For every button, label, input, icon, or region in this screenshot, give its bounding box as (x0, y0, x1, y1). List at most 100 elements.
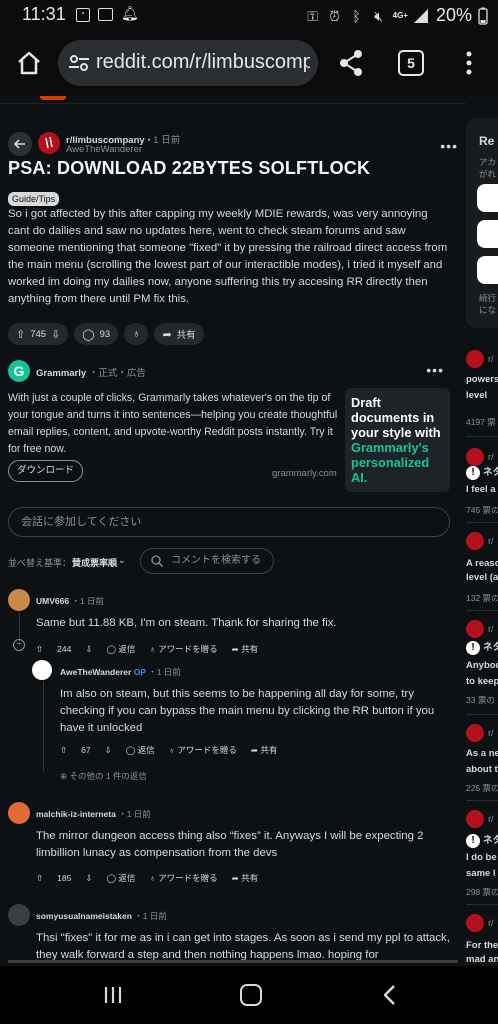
url-text[interactable]: reddit.com/r/limbuscompany (96, 51, 310, 74)
reply-button[interactable]: ◯ 返信 (106, 872, 135, 884)
award-button[interactable]: ♁ アワードを贈る (169, 744, 237, 756)
comment-icon: ◯ (82, 328, 95, 341)
recent-post-subreddit[interactable]: r/ (488, 452, 494, 462)
comment-author[interactable]: malchik-iz-interneta ・1 日前 (36, 808, 151, 820)
recent-post-title[interactable]: I feel a (466, 482, 496, 498)
horizontal-scrollbar[interactable] (8, 960, 458, 963)
comment-author-name[interactable]: AweTheWanderer (60, 667, 131, 677)
reply-button[interactable]: ◯ 返信 (126, 744, 155, 756)
recent-post-subreddit[interactable]: r/ (488, 814, 494, 824)
upvote-icon[interactable]: ⇧ (60, 745, 67, 756)
recent-post-title[interactable]: mad an (466, 952, 498, 966)
recent-post-title[interactable]: level (466, 388, 487, 404)
recent-apps-icon[interactable] (103, 986, 123, 1004)
grammarly-logo-icon[interactable]: G (8, 360, 30, 382)
email-login-button[interactable] (477, 220, 498, 248)
post-author[interactable]: AweTheWanderer (66, 144, 142, 155)
subreddit-avatar[interactable] (466, 620, 484, 638)
upvote-icon[interactable]: ⇧ (36, 644, 43, 655)
recent-post-subreddit[interactable]: r/ (488, 354, 494, 364)
ad-more-icon[interactable]: ••• (426, 362, 444, 378)
downvote-icon[interactable]: ⇩ (85, 873, 92, 884)
comments-button[interactable]: ◯ 93 (74, 323, 119, 345)
subreddit-avatar[interactable] (466, 532, 484, 550)
recent-post-title[interactable]: about t (466, 762, 498, 778)
recent-post-title[interactable]: powers (466, 372, 498, 388)
ad-brand[interactable]: Grammarly ・正式・広告 (36, 365, 146, 379)
divider (466, 436, 498, 437)
home-nav-button[interactable] (240, 984, 262, 1006)
status-bar: 11:31 ▪ 🔔︎ ⚿ ⏰︎ ᛒ 🔇︎ 4G+ 20% (0, 0, 498, 30)
comment-author-name[interactable]: somyusualnameistaken (36, 911, 132, 921)
award-button[interactable]: ♁ アワードを贈る (149, 643, 217, 655)
sort-dropdown[interactable]: 賛成票率順 (72, 556, 117, 569)
award-button[interactable]: ♁ (124, 323, 149, 345)
warning-icon: ! (466, 834, 480, 848)
subreddit-avatar[interactable] (466, 350, 484, 368)
award-button[interactable]: ♁ アワードを贈る (149, 872, 217, 884)
ad-image[interactable]: Draft documents in your style with Gramm… (345, 388, 450, 492)
upvote-icon[interactable]: ⇧ (16, 328, 25, 341)
recent-post-title[interactable]: I do be (466, 850, 497, 866)
ad-domain[interactable]: grammarly.com (272, 468, 337, 479)
recent-post-title[interactable]: same l (466, 866, 496, 882)
recent-post-subreddit[interactable]: r/ (488, 728, 494, 738)
avatar[interactable] (8, 589, 30, 611)
share-button[interactable]: ➦ 共有 (232, 872, 259, 884)
comment-body: Same but 11.88 KB, I'm on steam. Thank f… (36, 617, 337, 629)
downvote-icon[interactable]: ⇩ (105, 745, 112, 756)
avatar[interactable] (8, 802, 30, 824)
search-icon (151, 555, 163, 567)
share-button[interactable]: ➦ 共有 (154, 323, 204, 345)
recent-post-subreddit[interactable]: r/ (488, 624, 494, 634)
comment-author-name[interactable]: malchik-iz-interneta (36, 809, 116, 819)
subreddit-avatar[interactable] (466, 810, 484, 828)
comment-author[interactable]: somyusualnameistaken ・1 日前 (36, 910, 167, 922)
post-action-bar: ⇧ 745 ⇩ ◯ 93 ♁ ➦ 共有 (8, 323, 204, 345)
more-replies-link[interactable]: ⊕ その他の 1 件の返信 (60, 770, 147, 782)
reply-button[interactable]: ◯ 返信 (106, 643, 135, 655)
ad-image-line2: Grammarly's personalized AI. (351, 440, 430, 485)
back-button[interactable] (8, 132, 32, 156)
google-login-button[interactable] (477, 184, 498, 212)
comment-author-name[interactable]: UMV666 (36, 596, 69, 606)
ad-brand-name[interactable]: Grammarly (36, 368, 86, 379)
downvote-icon[interactable]: ⇩ (51, 328, 60, 341)
browser-toolbar: reddit.com/r/limbuscompany 5 (0, 30, 498, 96)
comment-author[interactable]: UMV666 ・1 日前 (36, 595, 104, 607)
subreddit-avatar[interactable] (466, 914, 484, 932)
site-settings-icon[interactable] (68, 53, 90, 73)
recent-post-subreddit[interactable]: r/ (488, 536, 494, 546)
tab-switcher-button[interactable]: 5 (398, 50, 424, 76)
recent-post-title[interactable]: to keep (466, 674, 498, 690)
back-nav-icon[interactable] (382, 984, 398, 1006)
chevron-down-icon[interactable]: ⌄ (118, 555, 126, 566)
join-conversation-input[interactable]: 会話に参加してください (8, 507, 450, 537)
phone-login-button[interactable] (477, 256, 498, 284)
recent-post-subreddit[interactable]: r/ (488, 918, 494, 928)
avatar[interactable] (8, 904, 30, 926)
address-bar[interactable]: reddit.com/r/limbuscompany (58, 40, 318, 86)
ad-download-button[interactable]: ダウンロード (8, 460, 84, 482)
post-more-icon[interactable]: ••• (440, 138, 458, 154)
upvote-icon[interactable]: ⇧ (36, 873, 43, 884)
share-button[interactable]: ➦ 共有 (251, 744, 278, 756)
post-flair[interactable]: Guide/Tips (8, 192, 60, 206)
comment-author[interactable]: AweTheWanderer OP ・1 日前 (60, 666, 181, 678)
share-icon[interactable] (338, 48, 364, 78)
avatar[interactable] (32, 660, 52, 680)
recent-post-title[interactable]: As a ne (466, 746, 498, 762)
home-icon[interactable] (14, 48, 44, 78)
comment-sort-row: 並べ替え基準： 賛成票率順 ⌄ コメントを検索する (8, 546, 458, 576)
comment-search-input[interactable]: コメントを検索する (140, 548, 274, 574)
overflow-menu-icon[interactable] (464, 50, 474, 76)
share-button[interactable]: ➦ 共有 (232, 643, 259, 655)
downvote-icon[interactable]: ⇩ (85, 644, 92, 655)
subreddit-avatar[interactable] (38, 132, 60, 154)
subreddit-avatar[interactable] (466, 448, 484, 466)
recent-post-title[interactable]: level (a (466, 570, 498, 586)
subreddit-avatar[interactable] (466, 724, 484, 742)
key-icon: ⚿ (307, 7, 318, 24)
recent-post-title[interactable]: Anybod (466, 658, 498, 674)
more-replies-label[interactable]: その他の 1 件の返信 (69, 771, 146, 781)
